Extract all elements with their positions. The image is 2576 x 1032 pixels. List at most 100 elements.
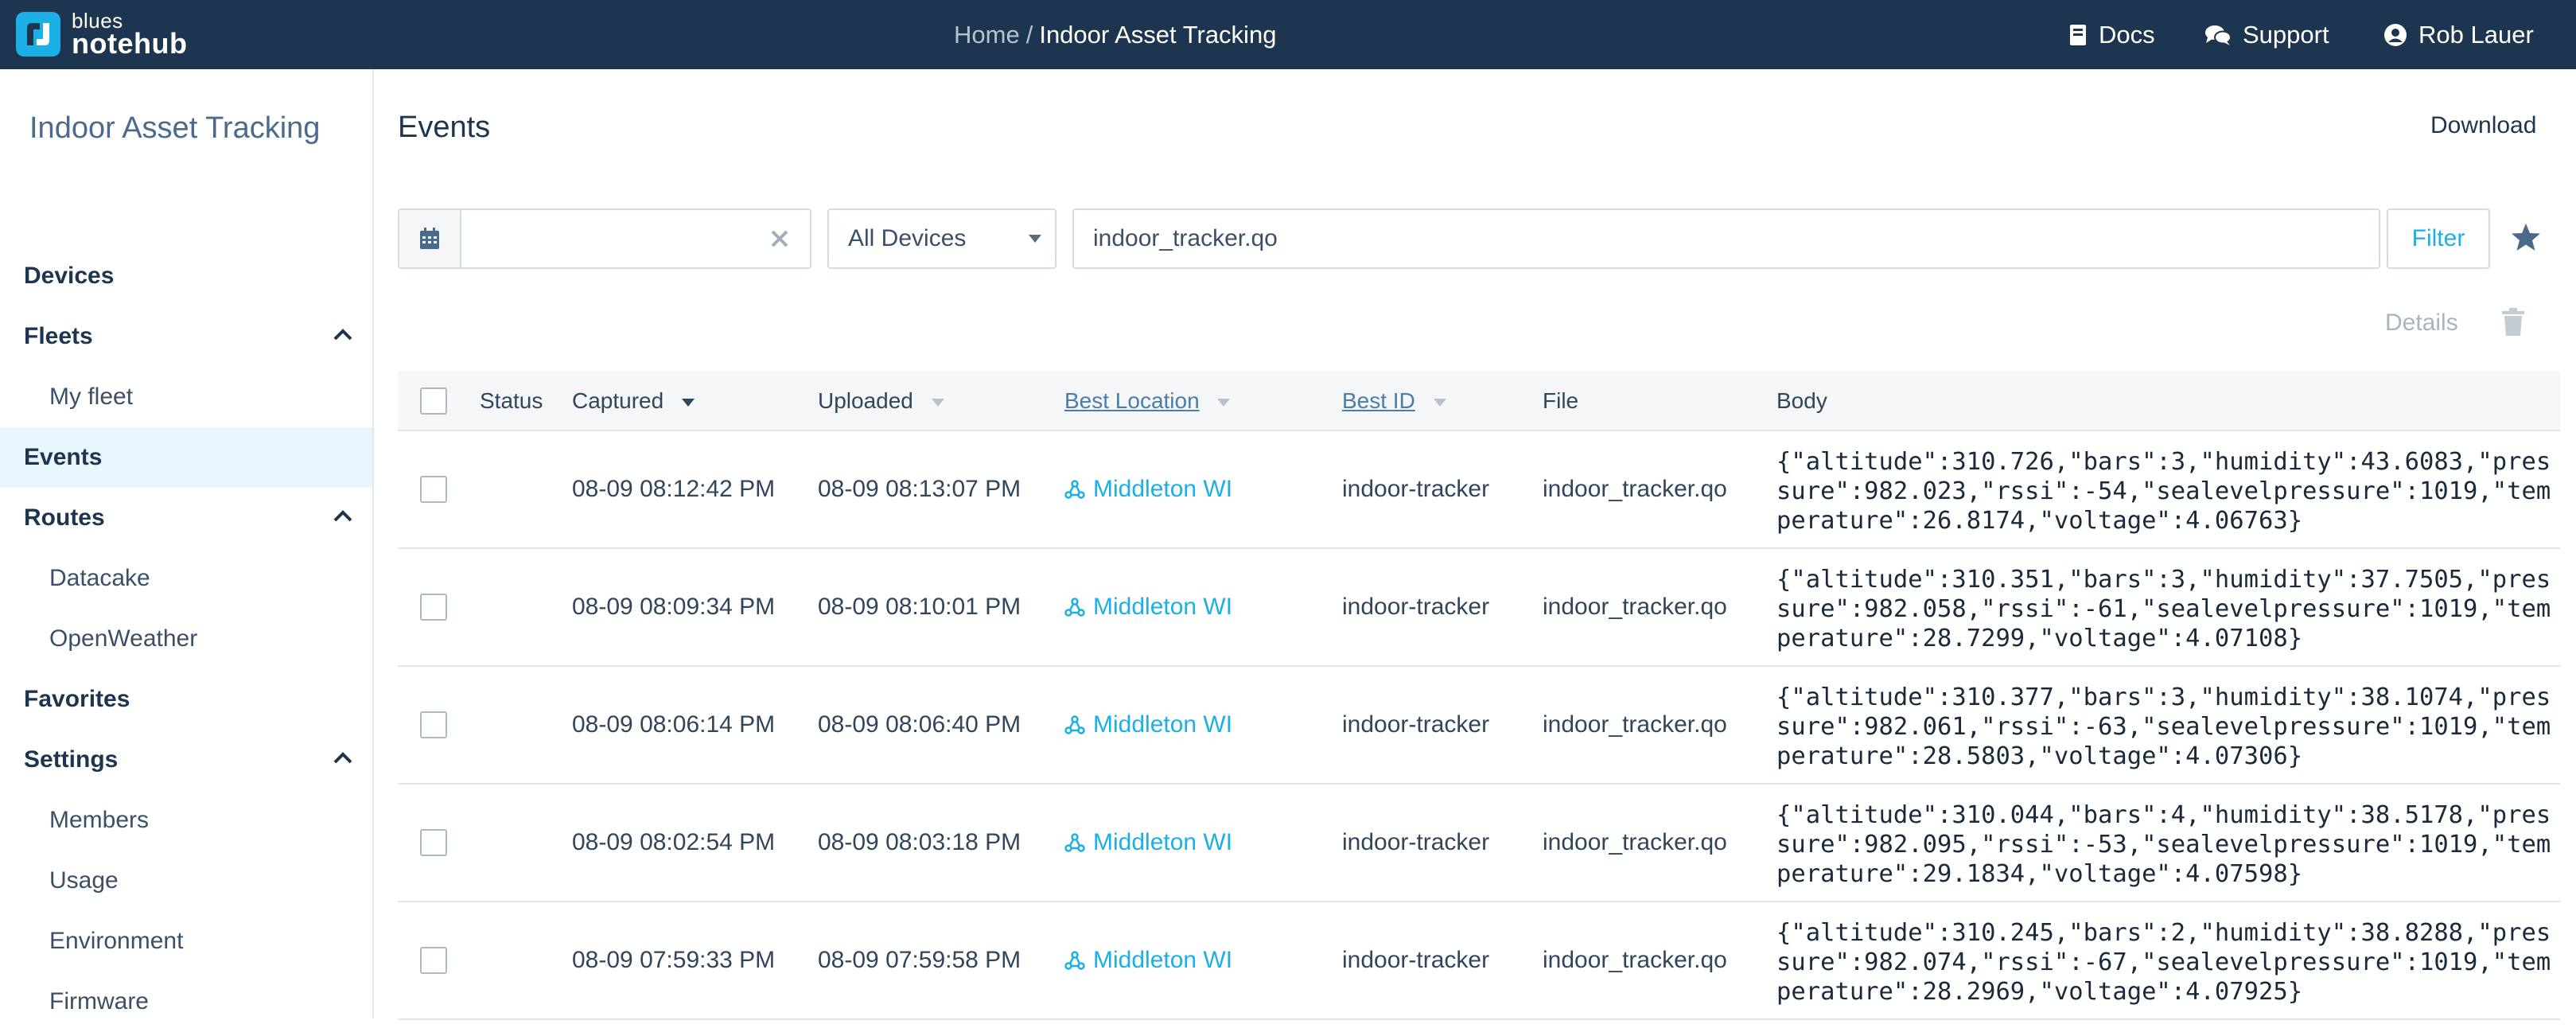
chevron-up-icon[interactable] (333, 327, 353, 341)
filter-bar: All Devices indoor_tracker.qo Filter (398, 208, 2576, 269)
column-header-label: Captured (572, 388, 664, 413)
docs-link[interactable]: Docs (2068, 18, 2155, 53)
device-select[interactable]: All Devices (827, 208, 1056, 269)
row-best-id: indoor-tracker (1342, 829, 1490, 855)
sidebar-item-favorites[interactable]: Favorites (0, 669, 372, 730)
row-uploaded: 08-09 07:59:58 PM (818, 947, 1021, 973)
row-file: indoor_tracker.qo (1543, 947, 1727, 973)
row-uploaded: 08-09 08:06:40 PM (818, 711, 1021, 738)
row-body: {"altitude":310.726,"bars":3,"humidity":… (1776, 448, 2551, 535)
support-link[interactable]: Support (2204, 18, 2329, 53)
sidebar-item-my-fleet[interactable]: My fleet (0, 367, 372, 427)
filter-button[interactable]: Filter (2387, 208, 2490, 269)
row-best-id: indoor-tracker (1342, 476, 1490, 502)
column-header-body: Body (1776, 388, 1827, 413)
table-row[interactable]: 08-09 07:59:33 PM 08-09 07:59:58 PM Midd… (398, 902, 2560, 1020)
row-location-label: Middleton WI (1093, 829, 1233, 855)
row-location-link[interactable]: Middleton WI (1064, 785, 1232, 901)
row-captured: 08-09 07:59:33 PM (572, 947, 776, 973)
location-tri-icon (1064, 598, 1085, 617)
table-row[interactable]: 08-09 08:02:54 PM 08-09 08:03:18 PM Midd… (398, 785, 2560, 902)
sort-down-icon (1433, 398, 1446, 407)
table-row[interactable]: 08-09 08:09:34 PM 08-09 08:10:01 PM Midd… (398, 549, 2560, 667)
column-header-best-location[interactable]: Best Location (1064, 371, 1231, 431)
row-location-label: Middleton WI (1093, 594, 1233, 620)
sidebar-item-label: Members (49, 807, 150, 833)
sidebar-item-devices[interactable]: Devices (0, 246, 372, 306)
location-tri-icon (1064, 715, 1085, 734)
row-checkbox[interactable] (420, 711, 447, 738)
support-label: Support (2243, 21, 2329, 49)
table-row[interactable]: 08-09 08:06:14 PM 08-09 08:06:40 PM Midd… (398, 667, 2560, 785)
column-header-best-id[interactable]: Best ID (1342, 371, 1447, 431)
sidebar-item-environment[interactable]: Environment (0, 911, 372, 972)
sort-down-icon (1217, 398, 1231, 407)
row-captured: 08-09 08:12:42 PM (572, 476, 776, 502)
sidebar-item-members[interactable]: Members (0, 790, 372, 851)
row-captured: 08-09 08:02:54 PM (572, 829, 776, 855)
notehub-logo[interactable]: blues notehub (16, 8, 187, 60)
project-title[interactable]: Indoor Asset Tracking (29, 106, 348, 150)
sidebar-item-label: Fleets (24, 323, 93, 349)
row-file: indoor_tracker.qo (1543, 594, 1727, 620)
sidebar-item-label: Settings (24, 746, 119, 773)
star-icon[interactable] (2511, 223, 2541, 251)
table-header: Status Captured Uploaded Best Location B… (398, 371, 2560, 431)
sidebar-item-usage[interactable]: Usage (0, 851, 372, 911)
sidebar-item-label: Devices (24, 263, 115, 289)
events-table: Status Captured Uploaded Best Location B… (398, 371, 2560, 1020)
search-input[interactable]: indoor_tracker.qo (1072, 208, 2380, 269)
device-select-value: All Devices (848, 225, 967, 251)
sidebar-item-label: Favorites (24, 686, 130, 712)
breadcrumb: Home / Indoor Asset Tracking (954, 18, 1276, 53)
row-best-id: indoor-tracker (1342, 947, 1490, 973)
column-header-label: Uploaded (818, 388, 913, 413)
row-checkbox[interactable] (420, 594, 447, 621)
sidebar-item-label: Usage (49, 867, 119, 894)
row-file: indoor_tracker.qo (1543, 476, 1727, 502)
sidebar-item-events[interactable]: Events (0, 427, 372, 488)
chat-bubbles-icon (2205, 25, 2232, 45)
location-tri-icon (1064, 833, 1085, 852)
column-header-captured[interactable]: Captured (572, 371, 695, 431)
sidebar-item-openweather[interactable]: OpenWeather (0, 609, 372, 669)
row-location-link[interactable]: Middleton WI (1064, 431, 1232, 547)
column-header-label: Best ID (1342, 388, 1415, 413)
details-button[interactable]: Details (2385, 310, 2458, 337)
download-link[interactable]: Download (2430, 112, 2536, 139)
select-all-checkbox[interactable] (420, 387, 447, 415)
user-menu[interactable]: Rob Lauer (2383, 18, 2534, 53)
calendar-button[interactable] (399, 210, 461, 267)
user-name: Rob Lauer (2418, 21, 2534, 49)
sidebar-item-label: Firmware (49, 988, 149, 1014)
row-location-link[interactable]: Middleton WI (1064, 902, 1232, 1018)
row-checkbox[interactable] (420, 947, 447, 974)
logo-text-notehub: notehub (72, 27, 188, 60)
sidebar-item-datacake[interactable]: Datacake (0, 548, 372, 609)
close-icon[interactable] (767, 226, 792, 251)
breadcrumb-home[interactable]: Home (954, 21, 1020, 49)
sidebar-item-firmware[interactable]: Firmware (0, 972, 372, 1032)
breadcrumb-current: Indoor Asset Tracking (1039, 21, 1277, 49)
row-file: indoor_tracker.qo (1543, 711, 1727, 738)
sidebar-item-fleets[interactable]: Fleets (0, 306, 372, 367)
trash-icon[interactable] (2501, 308, 2525, 337)
row-location-link[interactable]: Middleton WI (1064, 549, 1232, 665)
sidebar-item-settings[interactable]: Settings (0, 730, 372, 790)
column-header-label: Best Location (1064, 388, 1200, 413)
page-title: Events (398, 111, 491, 144)
sidebar-item-routes[interactable]: Routes (0, 488, 372, 548)
row-body: {"altitude":310.351,"bars":3,"humidity":… (1776, 566, 2551, 652)
sidebar-item-label: OpenWeather (49, 625, 198, 652)
column-header-uploaded[interactable]: Uploaded (818, 371, 945, 431)
row-checkbox[interactable] (420, 476, 447, 503)
date-range-field[interactable] (398, 208, 811, 269)
row-location-label: Middleton WI (1093, 947, 1233, 973)
chevron-up-icon[interactable] (333, 508, 353, 523)
row-location-link[interactable]: Middleton WI (1064, 667, 1232, 783)
table-row[interactable]: 08-09 08:12:42 PM 08-09 08:13:07 PM Midd… (398, 431, 2560, 549)
row-checkbox[interactable] (420, 829, 447, 856)
calendar-icon (420, 228, 439, 249)
chevron-up-icon[interactable] (333, 750, 353, 765)
row-location-label: Middleton WI (1093, 476, 1233, 502)
